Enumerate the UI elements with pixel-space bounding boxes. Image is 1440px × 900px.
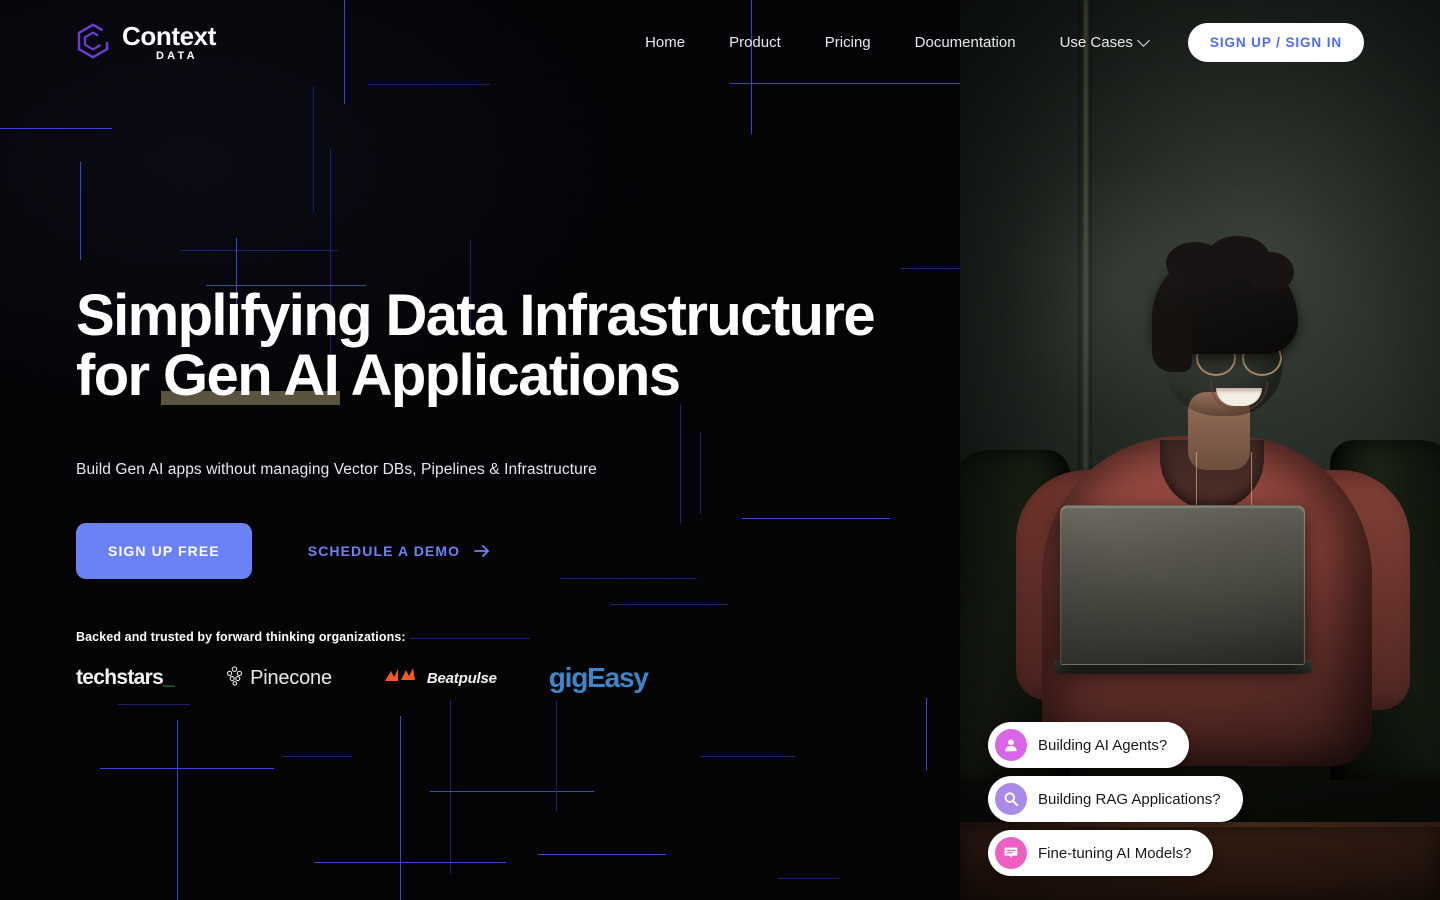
hero-title-line-2-prefix: for (76, 343, 164, 409)
user-icon (995, 729, 1027, 761)
hero-title-highlight: Gen AI (161, 343, 341, 409)
circuit-line (368, 84, 490, 85)
pinecone-mark-icon (226, 665, 243, 691)
circuit-line (538, 854, 666, 855)
nav-link-product[interactable]: Product (729, 34, 781, 51)
circuit-line (313, 86, 314, 212)
hero-subtitle: Build Gen AI apps without managing Vecto… (76, 460, 597, 478)
bubble-building-ai-agents[interactable]: Building AI Agents? (988, 722, 1190, 768)
nav-link-pricing[interactable]: Pricing (825, 34, 871, 51)
circuit-line (778, 878, 840, 879)
circuit-line (610, 604, 728, 605)
partner-logos: techstars_ Pinecone Beatpulse gigEasy (76, 662, 649, 694)
hexagon-c-logo-icon (76, 23, 110, 61)
circuit-line (430, 791, 594, 792)
chat-prompt-bubbles: Building AI Agents? Building RAG Applica… (988, 722, 1243, 876)
hero-cta-row: SIGN UP FREE SCHEDULE A DEMO (76, 522, 896, 579)
chat-icon (995, 837, 1027, 869)
chevron-down-icon (1137, 33, 1150, 47)
arrow-right-icon (472, 541, 492, 561)
brand-logo[interactable]: Context DATA (76, 23, 216, 62)
circuit-line (926, 698, 927, 770)
techstars-logo-text: techstars (76, 666, 164, 689)
brand-wordmark: Context DATA (122, 23, 216, 62)
trusted-by-label: Backed and trusted by forward thinking o… (76, 630, 406, 644)
bubble-label: Building RAG Applications? (1038, 790, 1221, 808)
page-root: SAMSUNG Context DATA Home Product Pricin… (0, 0, 1440, 900)
nav-link-use-cases-label: Use Cases (1059, 33, 1133, 51)
circuit-line (180, 250, 338, 251)
hero-title-line-2-suffix: Applications (338, 343, 681, 409)
circuit-line (100, 768, 274, 769)
circuit-line (282, 756, 352, 757)
circuit-line (0, 128, 112, 129)
top-navigation-bar: Context DATA Home Product Pricing Docume… (0, 0, 1440, 84)
pinecone-logo-text: Pinecone (250, 666, 332, 689)
signup-signin-button[interactable]: SIGN UP / SIGN IN (1187, 22, 1364, 62)
hero-title-line-1: Simplifying Data Infrastructure (76, 283, 876, 348)
circuit-line (700, 756, 796, 757)
nav-link-use-cases[interactable]: Use Cases (1059, 33, 1150, 51)
circuit-line (900, 268, 960, 269)
sign-up-free-button[interactable]: SIGN UP FREE (76, 522, 252, 579)
bubble-label: Fine-tuning AI Models? (1038, 844, 1192, 862)
schedule-a-demo-button[interactable]: SCHEDULE A DEMO (308, 541, 492, 561)
page-title: Simplifying Data Infrastructure for Gen … (76, 283, 896, 409)
beatpulse-logo-text: Beatpulse (426, 669, 497, 687)
pinecone-logo: Pinecone (226, 665, 332, 691)
bubble-building-rag-applications[interactable]: Building RAG Applications? (988, 776, 1243, 822)
bubble-fine-tuning-ai-models[interactable]: Fine-tuning AI Models? (988, 830, 1214, 876)
search-icon (995, 783, 1027, 815)
brand-name: Context (122, 20, 216, 51)
circuit-line (556, 700, 557, 812)
beatpulse-mark-icon (384, 666, 418, 691)
circuit-line (80, 162, 81, 260)
brand-subtitle: DATA (156, 49, 198, 62)
nav-link-home[interactable]: Home (645, 34, 685, 51)
nav-link-documentation[interactable]: Documentation (915, 34, 1016, 51)
techstars-logo: techstars_ (76, 666, 175, 690)
circuit-line (118, 704, 190, 705)
photo-laptop-lid: SAMSUNG (1060, 505, 1305, 665)
schedule-a-demo-label: SCHEDULE A DEMO (307, 542, 461, 559)
nav-links: Home Product Pricing Documentation Use C… (645, 33, 1150, 51)
hero-section: Simplifying Data Infrastructure for Gen … (76, 283, 896, 579)
gigeasy-logo: gigEasy (548, 662, 649, 693)
circuit-line (314, 862, 506, 863)
beatpulse-logo: Beatpulse (384, 666, 497, 691)
bubble-label: Building AI Agents? (1038, 736, 1168, 754)
photo-person-hair-side (1152, 306, 1192, 372)
circuit-line (450, 700, 451, 874)
circuit-line (177, 720, 178, 900)
circuit-line (400, 716, 401, 900)
photo-person-hair-tuft (1246, 252, 1294, 292)
trusted-by-section: Backed and trusted by forward thinking o… (76, 630, 649, 694)
techstars-logo-accent: _ (163, 666, 175, 689)
